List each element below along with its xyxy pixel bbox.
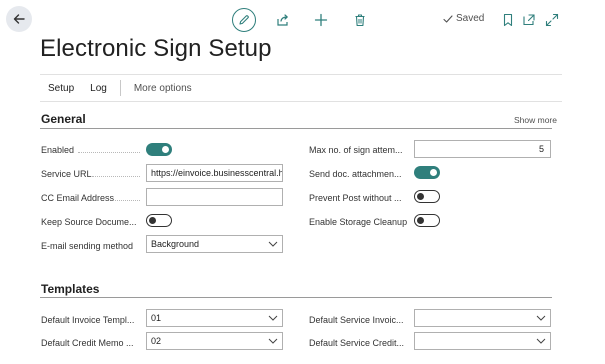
action-setup[interactable]: Setup <box>40 83 82 94</box>
chevron-down-icon <box>268 336 278 346</box>
bookmark-button[interactable] <box>499 11 517 29</box>
general-divider <box>40 128 552 129</box>
chevron-down-icon <box>536 313 546 323</box>
service-invoice-label: Default Service Invoic... <box>309 315 404 325</box>
templates-heading[interactable]: Templates <box>41 282 99 296</box>
new-button[interactable] <box>312 11 330 29</box>
action-divider <box>119 80 121 96</box>
trash-icon <box>355 14 365 27</box>
send-doc-label: Send doc. attachmen... <box>309 169 402 179</box>
toggle-knob <box>149 216 156 224</box>
service-credit-label: Default Service Credit... <box>309 338 405 348</box>
prevent-post-label: Prevent Post without ... <box>309 193 402 203</box>
edit-button[interactable] <box>232 8 256 32</box>
share-button[interactable] <box>274 11 292 29</box>
enabled-label: Enabled <box>41 145 75 155</box>
arrow-left-icon <box>13 14 25 24</box>
saved-label: Saved <box>456 13 485 24</box>
plus-icon <box>314 13 328 27</box>
chevron-down-icon <box>268 313 278 323</box>
storage-cleanup-label: Enable Storage Cleanup <box>309 217 408 227</box>
enabled-dots <box>78 152 140 153</box>
enabled-toggle[interactable] <box>146 143 172 156</box>
toggle-knob <box>162 146 169 153</box>
share-icon <box>277 14 288 26</box>
default-invoice-label: Default Invoice Templ... <box>41 315 135 325</box>
open-new-window-button[interactable] <box>520 11 538 29</box>
action-log[interactable]: Log <box>82 83 115 94</box>
email-method-label: E-mail sending method <box>41 241 134 251</box>
expand-icon <box>545 13 559 27</box>
action-bar: Setup Log More options <box>40 74 562 102</box>
chevron-down-icon <box>268 239 278 249</box>
prevent-post-toggle[interactable] <box>414 190 440 203</box>
back-button[interactable] <box>6 6 32 32</box>
default-credit-label: Default Credit Memo ... <box>41 338 134 348</box>
templates-divider <box>40 297 552 298</box>
service-url-field[interactable]: https://einvoice.businesscentral.hu <box>146 164 283 182</box>
default-credit-select[interactable]: 02 <box>146 332 283 350</box>
service-url-label: Service URL <box>41 169 92 179</box>
service-url-dots <box>92 176 140 177</box>
page-title: Electronic Sign Setup <box>40 35 272 62</box>
default-credit-value: 02 <box>151 336 162 346</box>
saved-status: Saved <box>443 13 484 24</box>
email-method-select[interactable]: Background <box>146 235 283 253</box>
send-doc-toggle[interactable] <box>414 166 440 179</box>
cc-email-dots <box>113 200 140 201</box>
cc-email-label: CC Email Address <box>41 193 115 203</box>
max-sign-label: Max no. of sign attem... <box>309 145 403 155</box>
chevron-down-icon <box>536 336 546 346</box>
service-invoice-select[interactable] <box>414 309 551 327</box>
email-method-value: Background <box>151 239 200 249</box>
check-icon <box>443 14 453 23</box>
pencil-icon <box>239 15 249 25</box>
bookmark-icon <box>503 13 513 27</box>
keep-source-toggle[interactable] <box>146 214 172 227</box>
default-invoice-value: 01 <box>151 313 162 323</box>
max-sign-field[interactable]: 5 <box>414 140 551 158</box>
keep-source-label: Keep Source Docume... <box>41 217 137 227</box>
delete-button[interactable] <box>351 11 369 29</box>
toggle-knob <box>417 216 424 224</box>
toggle-knob <box>430 169 437 176</box>
expand-button[interactable] <box>543 11 561 29</box>
general-heading[interactable]: General <box>41 112 86 126</box>
service-credit-select[interactable] <box>414 332 551 350</box>
open-new-window-icon <box>523 14 535 26</box>
show-more-link[interactable]: Show more <box>514 115 557 125</box>
cc-email-field[interactable] <box>146 188 283 206</box>
toggle-knob <box>417 192 424 200</box>
default-invoice-select[interactable]: 01 <box>146 309 283 327</box>
storage-cleanup-toggle[interactable] <box>414 214 440 227</box>
more-options-button[interactable]: More options <box>126 83 192 94</box>
